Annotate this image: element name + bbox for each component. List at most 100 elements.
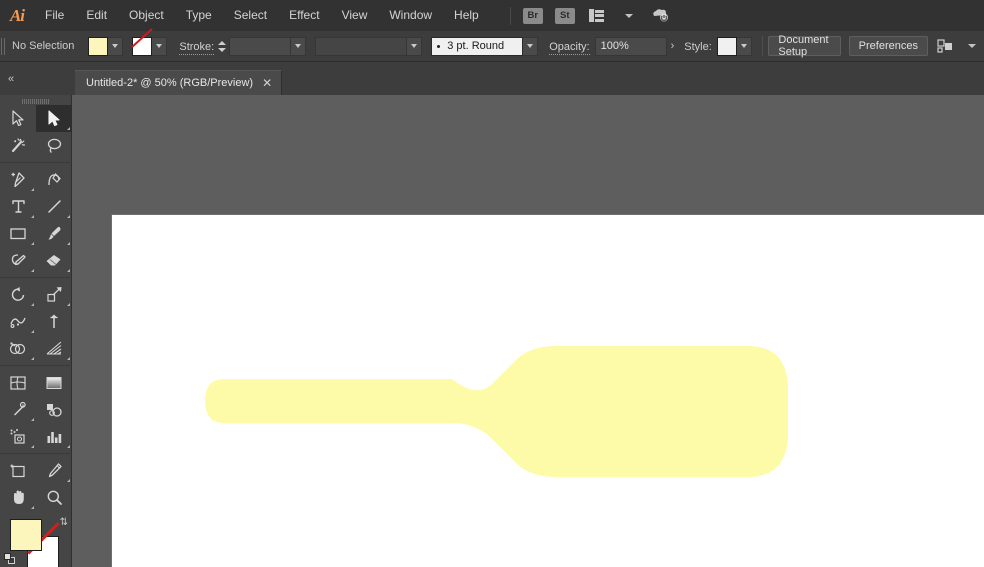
chevron-down-icon: [740, 44, 747, 48]
artboard[interactable]: [111, 214, 984, 567]
tools-divider: [0, 453, 72, 454]
fill-dropdown-button[interactable]: [108, 36, 124, 56]
stroke-weight-label[interactable]: Stroke:: [179, 41, 215, 55]
magic-wand-tool[interactable]: [0, 132, 36, 159]
menu-effect[interactable]: Effect: [278, 0, 330, 31]
brush-definition-field[interactable]: 3 pt. Round: [431, 36, 524, 56]
default-fill-stroke-icon[interactable]: [4, 553, 16, 565]
perspective-grid-tool[interactable]: [36, 335, 72, 362]
tool-flyout-indicator: [67, 215, 70, 218]
align-transform-icon[interactable]: [937, 38, 955, 55]
pen-tool[interactable]: [0, 166, 36, 193]
stroke-dropdown-button[interactable]: [152, 36, 168, 56]
menu-file[interactable]: File: [34, 0, 75, 31]
variable-width-dropdown-button[interactable]: [407, 36, 423, 56]
rotate-tool[interactable]: [0, 281, 36, 308]
eyedropper-tool[interactable]: [0, 396, 36, 423]
menu-help[interactable]: Help: [443, 0, 490, 31]
symbol-sprayer-tool[interactable]: [0, 423, 36, 450]
artwork-layer: [205, 346, 788, 477]
direct-selection-tool[interactable]: [36, 105, 72, 132]
arrange-documents-icon[interactable]: [586, 7, 608, 24]
illustrator-window: Ai File Edit Object Type Select Effect V…: [0, 0, 984, 567]
gradient-tool[interactable]: [36, 369, 72, 396]
menu-window[interactable]: Window: [378, 0, 443, 31]
preferences-button[interactable]: Preferences: [848, 36, 928, 56]
tools-divider: [0, 162, 72, 163]
stroke-weight-input[interactable]: [229, 36, 292, 56]
document-tab-bar: « Untitled-2* @ 50% (RGB/Preview) ✕: [0, 62, 984, 95]
tools-panel-grip[interactable]: [0, 95, 71, 105]
opacity-input[interactable]: 100%: [594, 36, 667, 56]
document-tab[interactable]: Untitled-2* @ 50% (RGB/Preview) ✕: [75, 70, 283, 95]
canvas-area[interactable]: [72, 95, 984, 567]
shaper-pencil-tool[interactable]: [0, 247, 36, 274]
eraser-tool[interactable]: [36, 247, 72, 274]
tools-divider: [0, 277, 72, 278]
graphic-style-swatch[interactable]: [716, 36, 737, 56]
tool-flyout-indicator: [67, 242, 70, 245]
tool-flyout-indicator: [31, 357, 34, 360]
paintbrush-tool[interactable]: [36, 220, 72, 247]
chevron-right-icon[interactable]: ›: [667, 40, 679, 52]
variable-width-profile-input[interactable]: [315, 36, 408, 56]
tool-flyout-indicator: [67, 445, 70, 448]
column-graph-tool[interactable]: [36, 423, 72, 450]
chevron-down-icon: [156, 44, 163, 48]
tool-flyout-indicator: [67, 127, 70, 130]
scale-tool[interactable]: [36, 281, 72, 308]
menu-view[interactable]: View: [331, 0, 379, 31]
tool-flyout-indicator: [31, 418, 34, 421]
close-icon[interactable]: ✕: [262, 77, 272, 89]
fill-swatch[interactable]: [88, 36, 109, 56]
selection-tool[interactable]: [0, 105, 36, 132]
brush-definition-dropdown-button[interactable]: [523, 36, 539, 56]
double-chevron-left-icon[interactable]: «: [0, 62, 22, 95]
stroke-weight-dropdown-button[interactable]: [291, 36, 307, 56]
cloud-sync-icon[interactable]: [650, 7, 672, 24]
slice-tool[interactable]: [36, 457, 72, 484]
tool-flyout-indicator: [31, 269, 34, 272]
menu-edit[interactable]: Edit: [75, 0, 118, 31]
chevron-down-icon[interactable]: [965, 38, 979, 55]
app-logo: Ai: [9, 5, 25, 25]
fill-color-swatch[interactable]: [10, 519, 42, 551]
opacity-label[interactable]: Opacity:: [549, 41, 590, 55]
tools-panel: ⇅: [0, 95, 72, 567]
free-transform-tool[interactable]: [36, 308, 72, 335]
type-tool[interactable]: [0, 193, 36, 220]
line-segment-tool[interactable]: [36, 193, 72, 220]
menu-object[interactable]: Object: [118, 0, 175, 31]
swap-fill-stroke-icon[interactable]: ⇅: [60, 517, 68, 528]
chevron-down-icon[interactable]: [618, 7, 640, 24]
mesh-tool[interactable]: [0, 369, 36, 396]
curvature-tool[interactable]: [36, 166, 72, 193]
graphic-style-dropdown-button[interactable]: [736, 36, 752, 56]
tool-flyout-indicator: [67, 303, 70, 306]
stroke-swatch[interactable]: [132, 36, 153, 56]
artboard-tool[interactable]: [0, 457, 36, 484]
menu-select[interactable]: Select: [223, 0, 278, 31]
width-warp-tool[interactable]: [0, 308, 36, 335]
zoom-tool[interactable]: [36, 484, 72, 511]
menu-bar: Ai File Edit Object Type Select Effect V…: [0, 0, 984, 31]
rectangle-tool[interactable]: [0, 220, 36, 247]
menu-type[interactable]: Type: [175, 0, 223, 31]
stroke-weight-stepper[interactable]: [218, 37, 227, 56]
blend-tool[interactable]: [36, 396, 72, 423]
chevron-down-icon: [295, 44, 302, 48]
bridge-icon[interactable]: Br: [522, 7, 544, 24]
brush-preview-icon: [437, 44, 441, 48]
tool-flyout-indicator: [67, 357, 70, 360]
document-setup-button[interactable]: Document Setup: [768, 34, 841, 58]
tool-flyout-indicator: [67, 269, 70, 272]
stock-icon[interactable]: St: [554, 7, 576, 24]
tool-flyout-indicator: [67, 479, 70, 482]
tool-flyout-indicator: [31, 188, 34, 191]
chevron-down-icon: [112, 44, 119, 48]
lasso-tool[interactable]: [36, 132, 72, 159]
shape-builder-tool[interactable]: [0, 335, 36, 362]
tool-flyout-indicator: [31, 445, 34, 448]
hand-tool[interactable]: [0, 484, 36, 511]
tool-flyout-indicator: [31, 330, 34, 333]
